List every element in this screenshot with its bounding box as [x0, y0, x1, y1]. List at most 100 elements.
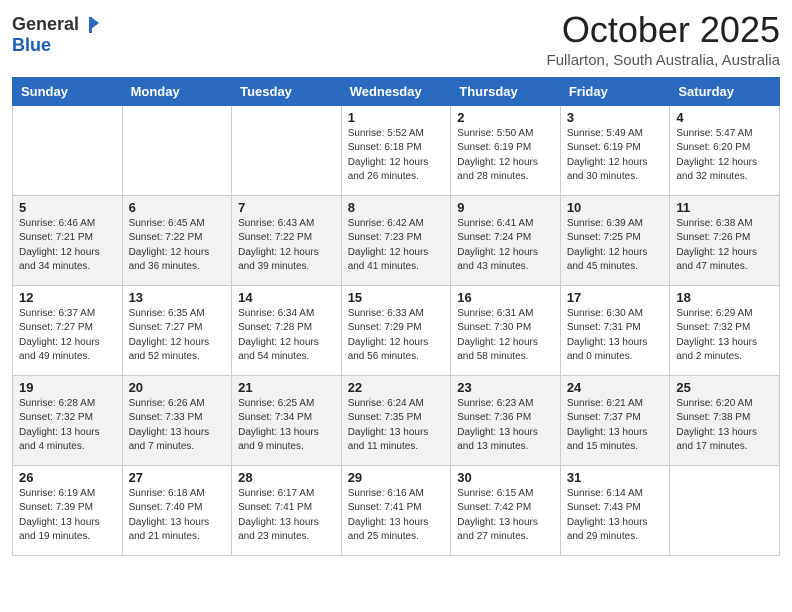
- day-info: Sunrise: 6:31 AM Sunset: 7:30 PM Dayligh…: [457, 307, 554, 365]
- week-row-5: 26 Sunrise: 6:19 AM Sunset: 7:39 PM Dayli…: [13, 465, 780, 555]
- week-row-4: 19Sunrise: 6:28 AM Sunset: 7:32 PM Dayli…: [13, 375, 780, 465]
- day-cell-31: 29 Sunrise: 6:16 AM Sunset: 7:41 PM Dayli…: [341, 465, 451, 555]
- day-info: Sunrise: 6:46 AM Sunset: 7:21 PM Dayligh…: [19, 217, 116, 275]
- day-info: Sunrise: 6:41 AM Sunset: 7:24 PM Dayligh…: [457, 217, 554, 275]
- day-cell-13: 11Sunrise: 6:38 AM Sunset: 7:26 PM Dayli…: [670, 195, 780, 285]
- day-info: Sunrise: 6:20 AM Sunset: 7:38 PM Dayligh…: [676, 397, 773, 455]
- day-number: 17: [567, 290, 664, 305]
- day-cell-14: 12 Sunrise: 6:37 AM Sunset: 7:27 PM Dayli…: [13, 285, 123, 375]
- day-cell-9: 7 Sunrise: 6:43 AM Sunset: 7:22 PM Daylig…: [232, 195, 342, 285]
- col-saturday: Saturday: [670, 77, 780, 105]
- day-info: Sunrise: 6:45 AM Sunset: 7:22 PM Dayligh…: [129, 217, 226, 275]
- title-section: October 2025 Fullarton, South Australia,…: [547, 10, 780, 69]
- day-number: 6: [129, 200, 226, 215]
- day-number: 20: [129, 380, 226, 395]
- day-info: Sunrise: 6:37 AM Sunset: 7:27 PM Dayligh…: [19, 307, 116, 365]
- day-number: 7: [238, 200, 335, 215]
- day-info: Sunrise: 5:50 AM Sunset: 6:19 PM Dayligh…: [457, 127, 554, 185]
- day-number: 5: [19, 200, 116, 215]
- day-number: 1: [348, 110, 445, 125]
- day-cell-18: 16 Sunrise: 6:31 AM Sunset: 7:30 PM Dayli…: [451, 285, 561, 375]
- day-info: Sunrise: 5:49 AM Sunset: 6:19 PM Dayligh…: [567, 127, 664, 185]
- day-number: 2: [457, 110, 554, 125]
- day-number: 18: [676, 290, 773, 305]
- day-info: Sunrise: 6:17 AM Sunset: 7:41 PM Dayligh…: [238, 487, 335, 545]
- day-info: Sunrise: 6:42 AM Sunset: 7:23 PM Dayligh…: [348, 217, 445, 275]
- day-number: 25: [676, 380, 773, 395]
- day-cell-24: 22Sunrise: 6:24 AM Sunset: 7:35 PM Dayli…: [341, 375, 451, 465]
- day-number: 3: [567, 110, 664, 125]
- day-info: Sunrise: 6:34 AM Sunset: 7:28 PM Dayligh…: [238, 307, 335, 365]
- day-cell-30: 28Sunrise: 6:17 AM Sunset: 7:41 PM Dayli…: [232, 465, 342, 555]
- logo-blue-text: Blue: [12, 35, 51, 56]
- day-number: 4: [676, 110, 773, 125]
- day-cell-11: 9 Sunrise: 6:41 AM Sunset: 7:24 PM Daylig…: [451, 195, 561, 285]
- col-sunday: Sunday: [13, 77, 123, 105]
- day-info: Sunrise: 6:33 AM Sunset: 7:29 PM Dayligh…: [348, 307, 445, 365]
- day-number: 26: [19, 470, 116, 485]
- day-info: Sunrise: 6:30 AM Sunset: 7:31 PM Dayligh…: [567, 307, 664, 365]
- day-number: 30: [457, 470, 554, 485]
- day-number: 31: [567, 470, 664, 485]
- day-cell-34: [670, 465, 780, 555]
- day-cell-1: [122, 105, 232, 195]
- day-number: 22: [348, 380, 445, 395]
- day-number: 11: [676, 200, 773, 215]
- day-number: 29: [348, 470, 445, 485]
- day-cell-16: 14 Sunrise: 6:34 AM Sunset: 7:28 PM Dayli…: [232, 285, 342, 375]
- day-number: 15: [348, 290, 445, 305]
- day-number: 12: [19, 290, 116, 305]
- page: General Blue October 2025 Fullarton, Sou…: [0, 0, 792, 612]
- day-cell-8: 6 Sunrise: 6:45 AM Sunset: 7:22 PM Daylig…: [122, 195, 232, 285]
- day-cell-7: 5 Sunrise: 6:46 AM Sunset: 7:21 PM Daylig…: [13, 195, 123, 285]
- day-cell-5: 3 Sunrise: 5:49 AM Sunset: 6:19 PM Daylig…: [560, 105, 670, 195]
- day-cell-25: 23 Sunrise: 6:23 AM Sunset: 7:36 PM Dayli…: [451, 375, 561, 465]
- day-cell-21: 19Sunrise: 6:28 AM Sunset: 7:32 PM Dayli…: [13, 375, 123, 465]
- col-thursday: Thursday: [451, 77, 561, 105]
- day-number: 9: [457, 200, 554, 215]
- day-cell-6: 4 Sunrise: 5:47 AM Sunset: 6:20 PM Daylig…: [670, 105, 780, 195]
- day-cell-19: 17 Sunrise: 6:30 AM Sunset: 7:31 PM Dayli…: [560, 285, 670, 375]
- day-cell-22: 20Sunrise: 6:26 AM Sunset: 7:33 PM Dayli…: [122, 375, 232, 465]
- day-number: 21: [238, 380, 335, 395]
- day-cell-10: 8 Sunrise: 6:42 AM Sunset: 7:23 PM Daylig…: [341, 195, 451, 285]
- col-tuesday: Tuesday: [232, 77, 342, 105]
- logo: General Blue: [12, 14, 101, 56]
- day-cell-0: [13, 105, 123, 195]
- day-info: Sunrise: 6:35 AM Sunset: 7:27 PM Dayligh…: [129, 307, 226, 365]
- day-info: Sunrise: 6:29 AM Sunset: 7:32 PM Dayligh…: [676, 307, 773, 365]
- day-number: 13: [129, 290, 226, 305]
- header: General Blue October 2025 Fullarton, Sou…: [12, 10, 780, 69]
- day-number: 14: [238, 290, 335, 305]
- day-number: 8: [348, 200, 445, 215]
- day-info: Sunrise: 6:21 AM Sunset: 7:37 PM Dayligh…: [567, 397, 664, 455]
- day-cell-2: [232, 105, 342, 195]
- logo-general-text: General: [12, 14, 79, 35]
- day-info: Sunrise: 6:28 AM Sunset: 7:32 PM Dayligh…: [19, 397, 116, 455]
- month-title: October 2025: [547, 10, 780, 50]
- day-info: Sunrise: 6:18 AM Sunset: 7:40 PM Dayligh…: [129, 487, 226, 545]
- col-monday: Monday: [122, 77, 232, 105]
- day-cell-27: 25 Sunrise: 6:20 AM Sunset: 7:38 PM Dayli…: [670, 375, 780, 465]
- day-info: Sunrise: 6:15 AM Sunset: 7:42 PM Dayligh…: [457, 487, 554, 545]
- col-friday: Friday: [560, 77, 670, 105]
- day-cell-12: 10Sunrise: 6:39 AM Sunset: 7:25 PM Dayli…: [560, 195, 670, 285]
- week-row-3: 12 Sunrise: 6:37 AM Sunset: 7:27 PM Dayli…: [13, 285, 780, 375]
- day-info: Sunrise: 6:19 AM Sunset: 7:39 PM Dayligh…: [19, 487, 116, 545]
- day-info: Sunrise: 6:23 AM Sunset: 7:36 PM Dayligh…: [457, 397, 554, 455]
- day-number: 23: [457, 380, 554, 395]
- col-wednesday: Wednesday: [341, 77, 451, 105]
- day-info: Sunrise: 6:25 AM Sunset: 7:34 PM Dayligh…: [238, 397, 335, 455]
- week-row-2: 5 Sunrise: 6:46 AM Sunset: 7:21 PM Daylig…: [13, 195, 780, 285]
- day-number: 24: [567, 380, 664, 395]
- day-number: 16: [457, 290, 554, 305]
- day-info: Sunrise: 6:16 AM Sunset: 7:41 PM Dayligh…: [348, 487, 445, 545]
- day-info: Sunrise: 5:47 AM Sunset: 6:20 PM Dayligh…: [676, 127, 773, 185]
- day-number: 10: [567, 200, 664, 215]
- day-cell-3: 1 Sunrise: 5:52 AM Sunset: 6:18 PM Daylig…: [341, 105, 451, 195]
- day-info: Sunrise: 5:52 AM Sunset: 6:18 PM Dayligh…: [348, 127, 445, 185]
- week-row-1: 1 Sunrise: 5:52 AM Sunset: 6:18 PM Daylig…: [13, 105, 780, 195]
- day-cell-4: 2 Sunrise: 5:50 AM Sunset: 6:19 PM Daylig…: [451, 105, 561, 195]
- day-info: Sunrise: 6:43 AM Sunset: 7:22 PM Dayligh…: [238, 217, 335, 275]
- day-info: Sunrise: 6:14 AM Sunset: 7:43 PM Dayligh…: [567, 487, 664, 545]
